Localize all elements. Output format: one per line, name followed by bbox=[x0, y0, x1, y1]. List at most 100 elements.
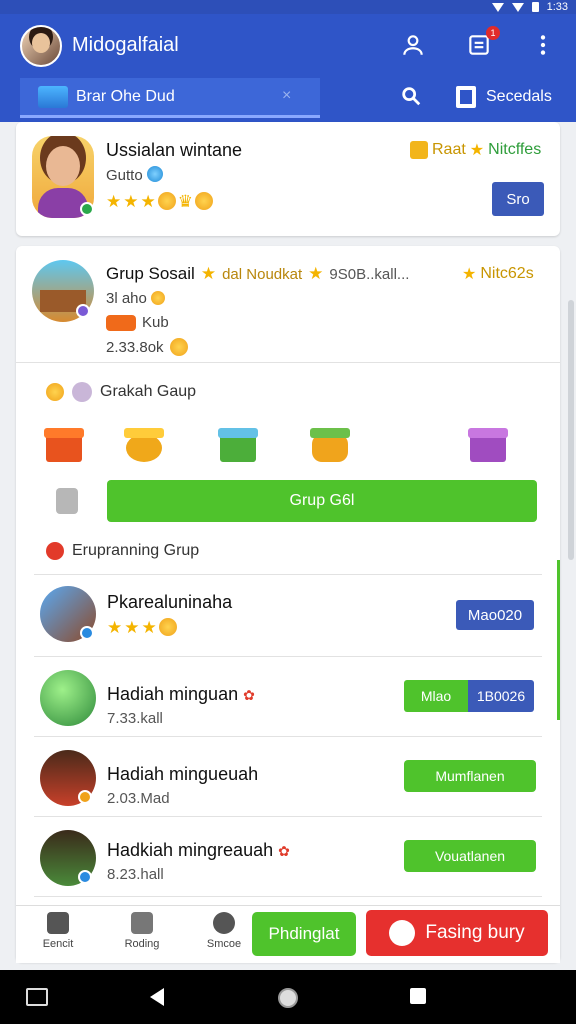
section-title-2-text: Erupranning Grup bbox=[72, 542, 200, 559]
divider bbox=[34, 896, 542, 897]
scroll-indicator bbox=[557, 560, 560, 720]
coin-icon bbox=[158, 618, 177, 636]
row-sub: 8.23.hall bbox=[107, 866, 164, 883]
app-title: Midogalfaial bbox=[72, 34, 179, 56]
star-icon: ★ bbox=[141, 618, 157, 637]
bottom-action-bar: Eencit Roding Smcoe Phdinglat Fasing bur… bbox=[16, 905, 560, 963]
profile-action-button[interactable]: Sro bbox=[492, 182, 544, 216]
section-title-2: Erupranning Grup bbox=[46, 542, 199, 560]
rating-stars: ★ ★ ★ bbox=[107, 618, 177, 638]
profile-name: Ussialan wintane bbox=[106, 140, 243, 160]
star-icon: ★ bbox=[140, 192, 156, 211]
chest-icon bbox=[410, 141, 428, 159]
app-switch-icon[interactable] bbox=[26, 988, 48, 1006]
row-name: Hadiah minguan bbox=[107, 684, 239, 704]
profile-subtitle: Gutto bbox=[106, 166, 163, 184]
reward-tag-label-2: Nitcffes bbox=[488, 141, 542, 158]
profile-button[interactable] bbox=[398, 30, 428, 60]
tab-close-icon[interactable]: × bbox=[282, 87, 291, 105]
star-icon: ★ bbox=[308, 264, 324, 283]
coin-icon bbox=[169, 338, 188, 356]
user-icon bbox=[403, 35, 423, 55]
verified-icon bbox=[78, 870, 92, 884]
group-sub-3-text: 2.33.8ok bbox=[106, 338, 164, 356]
split-right[interactable]: 1B0026 bbox=[468, 680, 534, 712]
clock: 1:33 bbox=[546, 1, 568, 13]
system-nav-bar bbox=[0, 970, 576, 1024]
heart-icon bbox=[46, 542, 64, 560]
divider bbox=[34, 574, 542, 575]
gift-lid bbox=[468, 428, 508, 438]
gift-gold-icon[interactable] bbox=[122, 420, 166, 464]
gift-box bbox=[126, 434, 162, 462]
battery-icon bbox=[531, 2, 539, 12]
nav-ranking[interactable]: Roding bbox=[112, 910, 172, 950]
row-action-button[interactable]: Mao020 bbox=[456, 600, 534, 630]
home-circle-icon[interactable] bbox=[278, 988, 298, 1008]
danger-button[interactable]: Fasing bury bbox=[366, 910, 548, 956]
tab-label: Brar Ohe Dud bbox=[76, 88, 175, 105]
row-name: Hadkiah mingreauah bbox=[107, 840, 274, 860]
group-reward-label: Nitc62s bbox=[480, 265, 534, 282]
gift-box bbox=[46, 434, 82, 462]
face-icon bbox=[72, 382, 92, 402]
group-header: Grup Sosail ★ dal Noudkat ★ 9S0B..kall..… bbox=[106, 264, 409, 284]
home-icon bbox=[47, 912, 69, 934]
nav-home[interactable]: Eencit bbox=[28, 910, 88, 950]
tab-bar: Brar Ohe Dud × Secedals bbox=[0, 78, 576, 122]
crown-icon: ♛ bbox=[177, 192, 193, 211]
inbox-button[interactable]: 1 bbox=[464, 26, 500, 60]
gift-red-icon[interactable] bbox=[42, 420, 86, 464]
back-icon[interactable] bbox=[150, 988, 164, 1006]
tab-secondary[interactable]: Secedals bbox=[486, 88, 552, 106]
coin-icon bbox=[157, 192, 176, 210]
search-icon[interactable] bbox=[400, 85, 422, 107]
status-bar: 1:33 bbox=[0, 0, 576, 14]
row-avatar bbox=[40, 670, 96, 726]
tag-icon bbox=[106, 314, 136, 331]
notification-badge: 1 bbox=[486, 26, 500, 40]
flower-icon: ✿ bbox=[243, 687, 255, 703]
group-tag-1: dal Noudkat bbox=[222, 265, 303, 283]
coin-icon bbox=[195, 192, 213, 210]
group-sub-1: 3l aho bbox=[106, 290, 166, 307]
gift-box bbox=[220, 434, 256, 462]
group-badge-icon bbox=[76, 304, 90, 318]
more-vert-icon bbox=[540, 35, 546, 55]
rating-stars: ★ ★ ★ ♛ bbox=[106, 192, 213, 212]
divider bbox=[34, 816, 542, 817]
verified-icon bbox=[80, 202, 94, 216]
recents-icon[interactable] bbox=[410, 988, 426, 1004]
tab-active[interactable]: Brar Ohe Dud × bbox=[20, 78, 320, 118]
group-tag-2: 9S0B..kall... bbox=[329, 265, 410, 283]
group-sub-1-text: 3l aho bbox=[106, 290, 147, 307]
group-name: Grup Sosail bbox=[106, 264, 195, 283]
coin-icon bbox=[146, 166, 163, 182]
group-cta-button[interactable]: Grup G6l bbox=[107, 480, 537, 522]
user-alert-icon bbox=[389, 920, 416, 946]
more-button[interactable] bbox=[528, 30, 558, 60]
divider bbox=[16, 362, 560, 363]
scrollbar[interactable] bbox=[568, 300, 574, 560]
group-sub-2-text: Kub bbox=[142, 314, 169, 331]
gift-orange-icon[interactable] bbox=[308, 420, 352, 464]
group-sub-2: Kub bbox=[106, 314, 169, 331]
group-card: Grup Sosail ★ dal Noudkat ★ 9S0B..kall..… bbox=[16, 246, 560, 962]
star-icon: ★ bbox=[124, 618, 140, 637]
primary-button[interactable]: Phdinglat bbox=[252, 912, 356, 956]
jar-icon bbox=[56, 488, 78, 514]
gift-green-icon[interactable] bbox=[216, 420, 260, 464]
row-action-button[interactable]: Mumflanen bbox=[404, 760, 536, 792]
divider bbox=[34, 736, 542, 737]
avatar[interactable] bbox=[20, 25, 62, 67]
gift-purple-icon[interactable] bbox=[466, 420, 510, 464]
split-left[interactable]: Mlao bbox=[404, 680, 468, 712]
star-icon: ★ bbox=[469, 142, 485, 159]
book-icon bbox=[456, 86, 476, 108]
puzzle-icon bbox=[131, 912, 153, 934]
row-action-button[interactable]: Vouatlanen bbox=[404, 840, 536, 872]
gift-lid bbox=[44, 428, 84, 438]
nav-search[interactable]: Smcoe bbox=[194, 910, 254, 950]
row-split-button[interactable]: Mlao 1B0026 bbox=[404, 680, 534, 712]
box-icon bbox=[38, 86, 68, 108]
